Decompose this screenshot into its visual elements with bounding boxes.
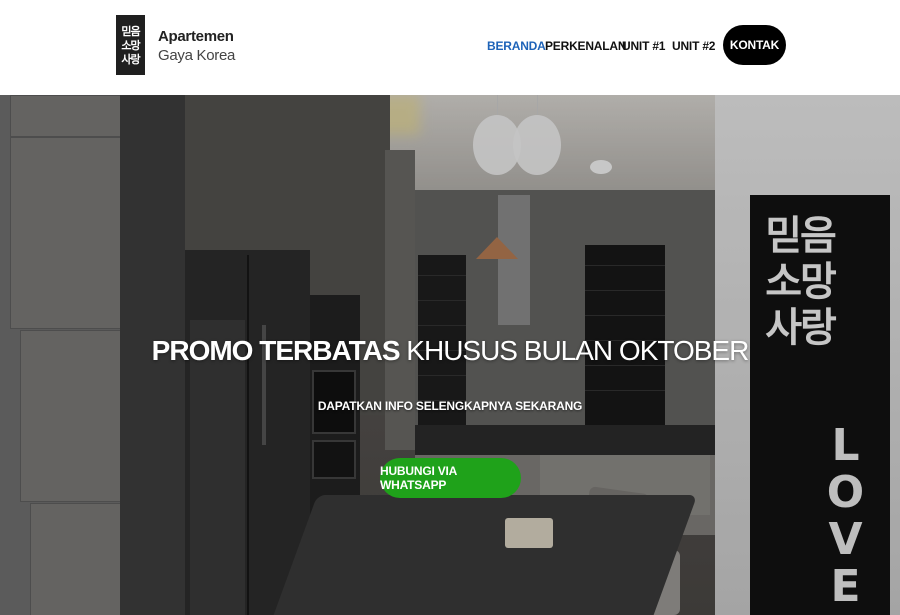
hero-section: 믿음 소망 사랑 LOVE PROMO TERBATAS KHUSUS BULA…: [0, 95, 900, 615]
nav-item-perkenalan[interactable]: PERKENALAN: [545, 39, 627, 53]
hero-title-light: KHUSUS BULAN OKTOBER: [406, 335, 749, 366]
hero-title: PROMO TERBATAS KHUSUS BULAN OKTOBER: [0, 335, 900, 367]
site-header: 믿음 소망 사랑 Apartemen Gaya Korea BERANDA PE…: [0, 0, 900, 95]
contact-button[interactable]: KONTAK: [723, 25, 786, 65]
nav-item-unit-2[interactable]: UNIT #2: [672, 39, 715, 53]
hero-subtitle: DAPATKAN INFO SELENGKAPNYA SEKARANG: [317, 399, 583, 413]
logo-glyph-1: 믿음: [121, 24, 140, 38]
nav-item-beranda[interactable]: BERANDA: [487, 39, 546, 53]
nav-item-unit-1[interactable]: UNIT #1: [622, 39, 665, 53]
hero-title-strong: PROMO TERBATAS: [151, 335, 401, 366]
whatsapp-button[interactable]: HUBUNGI VIA WHATSAPP: [380, 458, 521, 498]
